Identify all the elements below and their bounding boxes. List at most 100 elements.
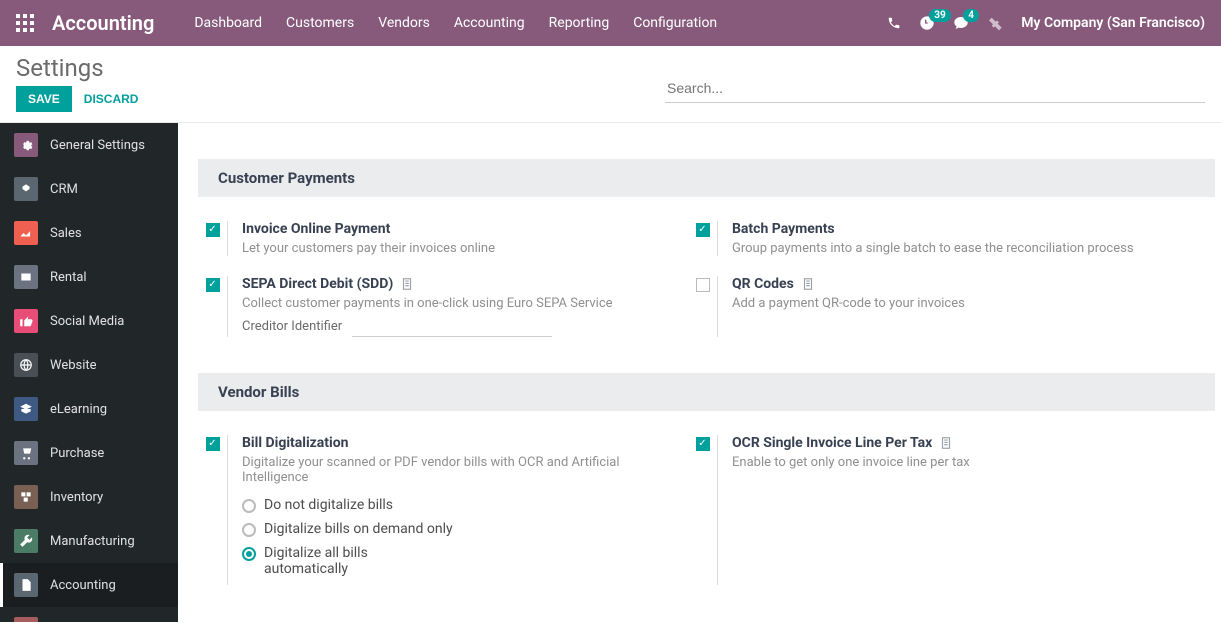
sidebar-item-elearning[interactable]: eLearning (0, 387, 178, 431)
globe-icon (14, 353, 38, 377)
sidebar-item-label: Payroll (50, 622, 89, 623)
app-brand[interactable]: Accounting (52, 11, 154, 35)
checkbox-batch-payments[interactable] (696, 223, 710, 237)
setting-title: OCR Single Invoice Line Per Tax (732, 435, 932, 451)
top-navbar: Accounting Dashboard Customers Vendors A… (0, 0, 1221, 46)
sidebar-item-manufacturing[interactable]: Manufacturing (0, 519, 178, 563)
sidebar-item-accounting[interactable]: Accounting (0, 563, 178, 607)
section-vendor-bills: Vendor Bills (198, 373, 1215, 411)
discard-button[interactable]: DISCARD (80, 86, 143, 112)
nav-configuration[interactable]: Configuration (633, 15, 717, 31)
setting-invoice-online-payment: Invoice Online Payment Let your customer… (198, 213, 668, 268)
messaging-badge: 4 (963, 9, 979, 22)
setting-desc: Group payments into a single batch to ea… (732, 241, 1158, 256)
sidebar-item-payroll[interactable]: Payroll (0, 607, 178, 622)
sidebar-item-label: General Settings (50, 138, 145, 153)
field-label-creditor-identifier: Creditor Identifier (242, 319, 342, 336)
money-icon (14, 617, 38, 622)
sidebar-item-purchase[interactable]: Purchase (0, 431, 178, 475)
building-icon[interactable] (399, 276, 415, 292)
sidebar-item-crm[interactable]: CRM (0, 167, 178, 211)
nav-accounting[interactable]: Accounting (454, 15, 525, 31)
body-area: General Settings CRM Sales Rental Social… (0, 123, 1221, 622)
setting-desc: Enable to get only one invoice line per … (732, 455, 1158, 470)
sidebar-item-sales[interactable]: Sales (0, 211, 178, 255)
sidebar-item-rental[interactable]: Rental (0, 255, 178, 299)
thumb-icon (14, 309, 38, 333)
control-panel: Settings SAVE DISCARD (0, 46, 1221, 123)
chart-icon (14, 221, 38, 245)
graduation-icon (14, 397, 38, 421)
setting-desc: Add a payment QR-code to your invoices (732, 296, 1158, 311)
setting-qr-codes: QR Codes Add a payment QR-code to your i… (688, 268, 1158, 349)
section-customer-payments: Customer Payments (198, 159, 1215, 197)
sidebar-item-label: eLearning (50, 402, 107, 417)
breadcrumb: Settings (16, 54, 665, 82)
gear-icon (14, 133, 38, 157)
save-button[interactable]: SAVE (16, 86, 72, 112)
sidebar-item-social[interactable]: Social Media (0, 299, 178, 343)
radio-do-not-digitalize[interactable]: Do not digitalize bills (242, 497, 668, 513)
sidebar-item-label: Manufacturing (50, 534, 135, 549)
radio-icon (242, 523, 256, 537)
radio-all-auto[interactable]: Digitalize all bills automatically (242, 545, 668, 577)
activities-badge: 39 (929, 9, 950, 22)
company-switcher[interactable]: My Company (San Francisco) (1021, 15, 1205, 31)
setting-ocr-single-line: OCR Single Invoice Line Per Tax Enable t… (688, 427, 1158, 597)
radio-on-demand[interactable]: Digitalize bills on demand only (242, 521, 668, 537)
nav-links: Dashboard Customers Vendors Accounting R… (194, 15, 717, 31)
nav-reporting[interactable]: Reporting (549, 15, 610, 31)
setting-title: SEPA Direct Debit (SDD) (242, 276, 393, 292)
setting-desc: Digitalize your scanned or PDF vendor bi… (242, 455, 668, 485)
sidebar-item-general[interactable]: General Settings (0, 123, 178, 167)
input-creditor-identifier[interactable] (352, 317, 552, 337)
checkbox-ocr-single-line[interactable] (696, 437, 710, 451)
handshake-icon (14, 177, 38, 201)
setting-title: Batch Payments (732, 221, 1158, 237)
navbar-right: 39 4 My Company (San Francisco) (887, 15, 1205, 31)
radio-label: Do not digitalize bills (264, 497, 393, 513)
sidebar-item-label: Website (50, 358, 97, 373)
setting-title: Invoice Online Payment (242, 221, 668, 237)
stack-icon (14, 485, 38, 509)
sidebar-item-label: Sales (50, 226, 82, 241)
checkbox-qr-codes[interactable] (696, 278, 710, 292)
box-icon (14, 265, 38, 289)
setting-desc: Collect customer payments in one-click u… (242, 296, 668, 311)
sidebar-item-label: Inventory (50, 490, 103, 505)
sidebar-item-inventory[interactable]: Inventory (0, 475, 178, 519)
building-icon[interactable] (800, 276, 816, 292)
apps-menu-icon[interactable] (16, 14, 34, 32)
nav-customers[interactable]: Customers (286, 15, 354, 31)
sidebar-item-label: Rental (50, 270, 87, 285)
setting-title: QR Codes (732, 276, 794, 292)
wrench-icon (14, 529, 38, 553)
setting-desc: Let your customers pay their invoices on… (242, 241, 668, 256)
sidebar-item-label: Social Media (50, 314, 124, 329)
checkbox-bill-digitalization[interactable] (206, 437, 220, 451)
sidebar-item-label: CRM (50, 182, 78, 197)
checkbox-sdd[interactable] (206, 278, 220, 292)
debug-icon[interactable] (987, 15, 1003, 31)
setting-bill-digitalization: Bill Digitalization Digitalize your scan… (198, 427, 668, 597)
activities-icon[interactable]: 39 (919, 15, 935, 31)
search-input[interactable] (665, 74, 1205, 103)
checkbox-invoice-online[interactable] (206, 223, 220, 237)
nav-dashboard[interactable]: Dashboard (194, 15, 262, 31)
settings-content[interactable]: Customer Payments Invoice Online Payment… (178, 123, 1221, 622)
radio-label: Digitalize bills on demand only (264, 521, 453, 537)
building-icon[interactable] (938, 435, 954, 451)
radio-label: Digitalize all bills automatically (264, 545, 414, 577)
setting-sepa-direct-debit: SEPA Direct Debit (SDD) Collect customer… (198, 268, 668, 349)
nav-vendors[interactable]: Vendors (378, 15, 430, 31)
cart-icon (14, 441, 38, 465)
settings-sidebar: General Settings CRM Sales Rental Social… (0, 123, 178, 622)
setting-title: Bill Digitalization (242, 435, 668, 451)
sidebar-item-label: Purchase (50, 446, 104, 461)
radio-icon (242, 499, 256, 513)
document-icon (14, 573, 38, 597)
radio-icon (242, 547, 256, 561)
phone-icon[interactable] (887, 16, 901, 30)
messaging-icon[interactable]: 4 (953, 15, 969, 31)
sidebar-item-website[interactable]: Website (0, 343, 178, 387)
